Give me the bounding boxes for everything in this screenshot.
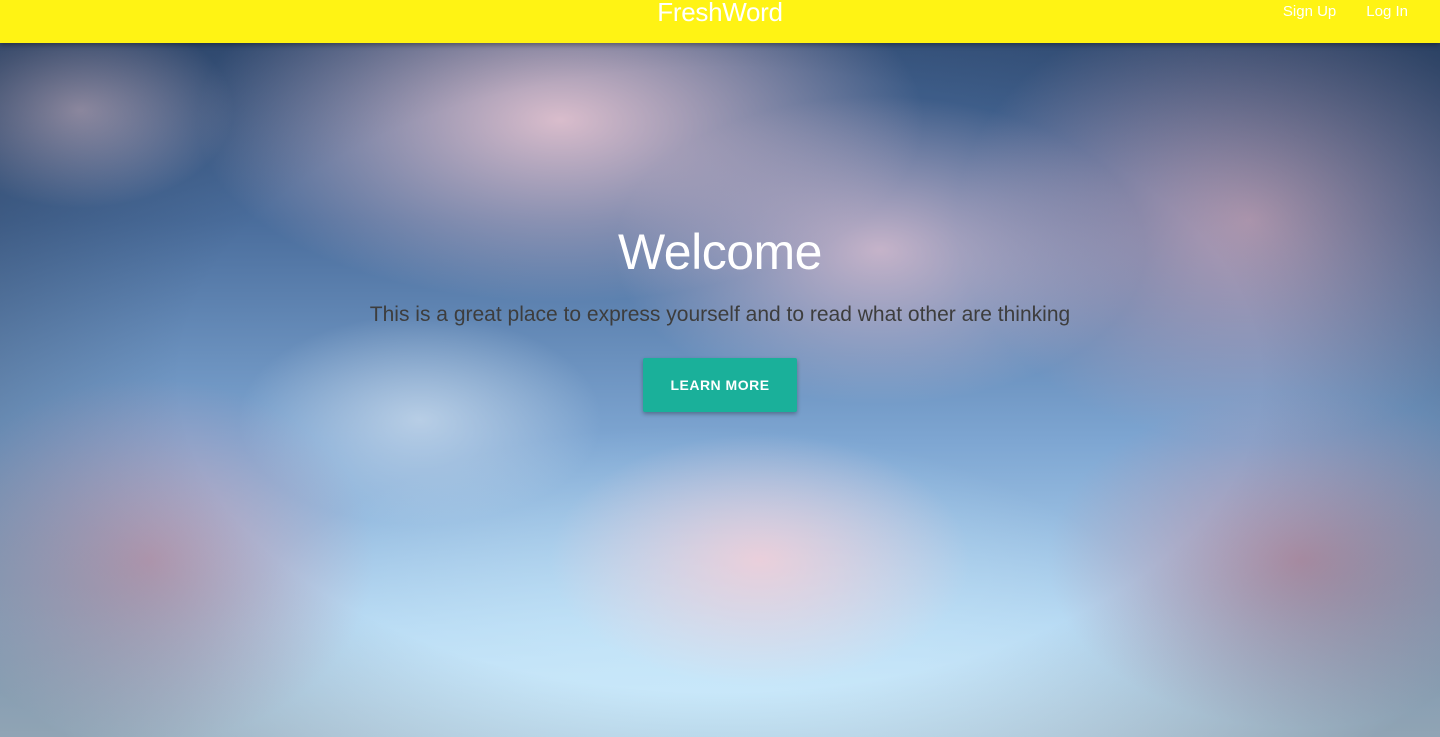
nav-links: Sign Up Log In: [1283, 4, 1408, 20]
landing-page: FreshWord Sign Up Log In Welcome This is…: [0, 0, 1440, 737]
sign-up-link[interactable]: Sign Up: [1283, 4, 1336, 20]
hero-title: Welcome: [618, 224, 822, 280]
hero-section: Welcome This is a great place to express…: [0, 224, 1440, 412]
top-navbar: FreshWord Sign Up Log In: [0, 0, 1440, 43]
hero-subtitle: This is a great place to express yoursel…: [369, 303, 1071, 326]
brand-logo[interactable]: FreshWord: [0, 0, 1440, 25]
learn-more-button[interactable]: LEARN MORE: [643, 358, 797, 412]
log-in-link[interactable]: Log In: [1366, 4, 1408, 20]
